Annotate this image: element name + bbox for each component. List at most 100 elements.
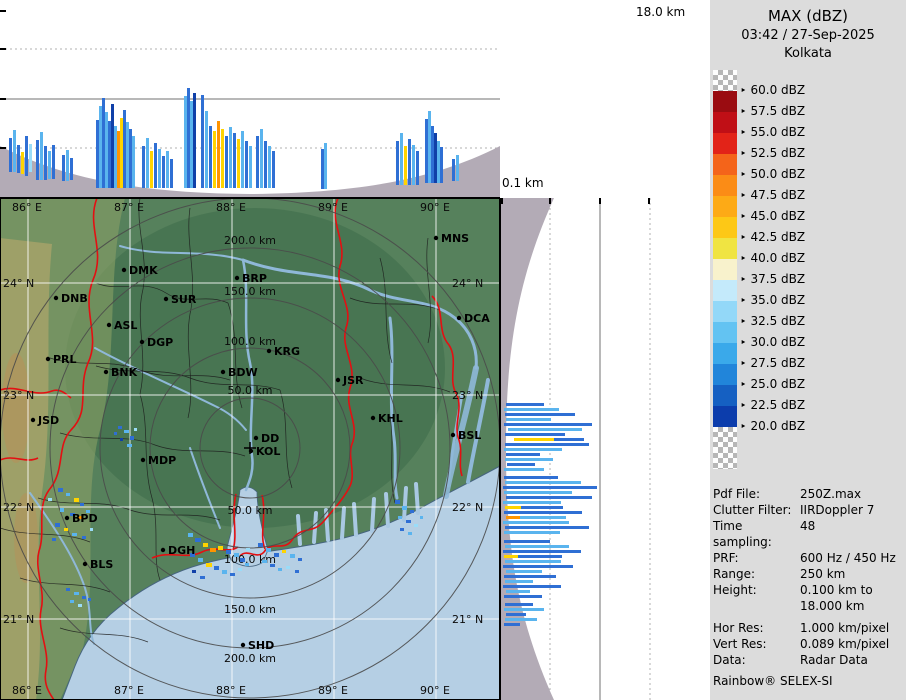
echo-column xyxy=(48,151,51,179)
station-label: BLS xyxy=(90,558,113,571)
lon-label-top: 88° E xyxy=(216,201,246,214)
station-dot xyxy=(248,448,254,454)
echo-row xyxy=(505,413,575,416)
echo-pixel xyxy=(188,533,193,537)
echo-pixel xyxy=(66,588,70,591)
info-row: PRF: 600 Hz / 450 Hz xyxy=(713,550,905,566)
echo-pixel xyxy=(48,498,52,501)
echo-column xyxy=(123,110,126,188)
info-value: 48 xyxy=(800,519,816,533)
echo-pixel xyxy=(262,560,267,563)
colorbar-label: 27.5 dBZ xyxy=(740,356,806,370)
range-ring-label: 200.0 km xyxy=(224,234,276,247)
echo-row xyxy=(506,590,530,593)
echo-column xyxy=(241,131,244,188)
echo-pixel xyxy=(266,548,271,552)
info-row: Vert Res: 0.089 km/pixel xyxy=(713,636,905,652)
echo-row xyxy=(508,428,582,431)
colorbar-color-cell xyxy=(713,175,737,196)
lon-label-bottom: 89° E xyxy=(318,684,348,697)
station-label: DD xyxy=(261,432,279,445)
echo-column xyxy=(52,145,55,179)
echo-row xyxy=(504,468,544,471)
station-label: KRG xyxy=(274,345,300,358)
info-value: 0.089 km/pixel xyxy=(800,637,890,651)
echo-pixel xyxy=(90,528,93,531)
colorbar-label: 30.0 dBZ xyxy=(740,335,806,349)
echo-pixel xyxy=(238,568,242,571)
station-dot xyxy=(30,417,36,423)
echo-column xyxy=(114,126,117,188)
station-label: KHL xyxy=(378,412,403,425)
echo-column xyxy=(416,151,419,185)
echo-pixel xyxy=(245,563,249,566)
colorbar-color-cell xyxy=(713,154,737,175)
echo-row xyxy=(504,608,544,611)
echo-row xyxy=(505,560,561,563)
info-row: Clutter Filter: IIRDoppler 7 xyxy=(713,502,905,518)
colorbar-color-cell xyxy=(713,112,737,133)
echo-column xyxy=(431,126,434,183)
info-row: Pdf File: 250Z.max xyxy=(713,486,905,502)
info-value: Radar Data xyxy=(800,653,868,667)
info-value: 250Z.max xyxy=(800,487,862,501)
echo-pixel xyxy=(402,506,407,510)
echo-column xyxy=(452,159,455,181)
echo-pixel xyxy=(218,546,223,550)
echo-column xyxy=(237,139,240,188)
station-label: JSD xyxy=(37,414,59,427)
echo-pixel xyxy=(286,566,290,569)
echo-column xyxy=(108,121,111,188)
echo-column xyxy=(36,140,39,180)
info-row: Data: Radar Data xyxy=(713,652,905,668)
echo-column xyxy=(400,133,403,185)
colorbar-color-cell xyxy=(713,385,737,406)
echo-column xyxy=(154,143,157,188)
colorbar-label: 45.0 dBZ xyxy=(740,209,806,223)
echo-column xyxy=(201,95,204,188)
echo-column xyxy=(96,120,99,188)
colorbar-color-cell xyxy=(713,91,737,112)
station-dot xyxy=(160,547,166,553)
echo-pixel xyxy=(258,543,263,547)
station-label: SHD xyxy=(248,639,274,652)
lon-label-bottom: 86° E xyxy=(12,684,42,697)
echo-pixel xyxy=(78,604,82,607)
legend-panel: MAX (dBZ) 03:42 / 27-Sep-2025 Kolkata 60… xyxy=(710,0,906,700)
echo-column xyxy=(29,144,32,172)
echo-row xyxy=(503,585,561,588)
echo-column xyxy=(126,122,129,188)
station-label: BSL xyxy=(458,429,481,442)
echo-pixel xyxy=(246,548,250,551)
colorbar-label: 20.0 dBZ xyxy=(740,419,806,433)
station-label: ASL xyxy=(114,319,137,332)
colorbar-color-cell xyxy=(713,364,737,385)
range-ring-label: 100.0 km xyxy=(224,335,276,348)
height-max-label: 18.0 km xyxy=(636,5,686,19)
echo-column xyxy=(9,138,12,172)
echo-pixel xyxy=(55,523,60,527)
echo-row xyxy=(505,603,533,606)
station-dot xyxy=(450,432,456,438)
echo-column xyxy=(425,119,428,183)
echo-column xyxy=(233,133,236,188)
radar-display-window: 86° E 86° E 87° E 87° E 88° E 88° E 89° E 89° E… xyxy=(0,0,906,700)
product-title: MAX (dBZ) xyxy=(767,7,849,25)
echo-pixel xyxy=(120,438,123,441)
echo-pixel xyxy=(200,576,205,579)
echo-column xyxy=(158,149,161,188)
echo-row xyxy=(503,565,573,568)
station-label: MNS xyxy=(441,232,469,245)
colorbar-color-cell xyxy=(713,322,737,343)
echo-pixel xyxy=(270,564,275,567)
station-dot xyxy=(234,275,240,281)
echo-row xyxy=(504,595,542,598)
echo-pixel xyxy=(74,592,79,595)
colorbar xyxy=(713,70,737,469)
info-key: PRF: xyxy=(713,551,739,565)
station-dot xyxy=(370,415,376,421)
echo-row xyxy=(504,555,518,558)
colorbar-label: 42.5 dBZ xyxy=(740,230,806,244)
info-row: Time sampling: 48 xyxy=(713,518,905,550)
echo-column xyxy=(142,146,145,188)
